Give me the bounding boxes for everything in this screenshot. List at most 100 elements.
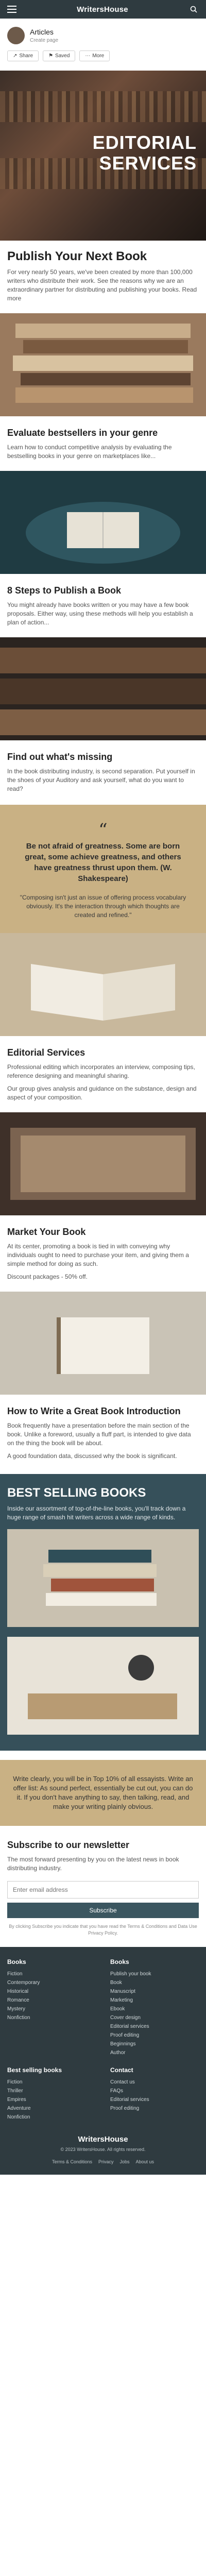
footer-link[interactable]: Cover design bbox=[110, 2013, 198, 2022]
footer-link[interactable]: Beginnings bbox=[110, 2040, 198, 2048]
share-icon: ↗ bbox=[13, 53, 18, 59]
footer-link[interactable]: Marketing bbox=[110, 1996, 198, 2005]
subscribe-button[interactable]: Subscribe bbox=[7, 1903, 199, 1918]
copyright: © 2023 WritersHouse. All rights reserved… bbox=[60, 2147, 146, 2152]
section-body: Professional editing which incorporates … bbox=[7, 1063, 195, 1079]
more-icon: ⋯ bbox=[85, 53, 91, 59]
footer-link[interactable]: Publish your book bbox=[110, 1970, 198, 1978]
footer-col-contact: Contact Contact us FAQs Editorial servic… bbox=[110, 2066, 198, 2122]
section-title: Market Your Book bbox=[7, 1227, 86, 1237]
section-title: Publish Your Next Book bbox=[7, 249, 147, 263]
section-title: 8 Steps to Publish a Book bbox=[7, 585, 122, 596]
avatar[interactable] bbox=[7, 27, 25, 44]
terms-link[interactable]: Terms & Conditions bbox=[52, 2159, 92, 2164]
footer-brand[interactable]: WritersHouse bbox=[7, 2135, 199, 2144]
best-selling-section: BEST SELLING BOOKS Inside our assortment… bbox=[0, 1474, 206, 1751]
footer-link[interactable]: Fiction bbox=[7, 2078, 95, 2087]
section-body-secondary: Our group gives analysis and guidance on… bbox=[7, 1085, 197, 1101]
quote-icon: “ bbox=[98, 820, 108, 840]
legal-links: Terms & Conditions Privacy Jobs About us bbox=[7, 2159, 199, 2164]
section-title: Evaluate bestsellers in your genre bbox=[7, 428, 158, 438]
brand-logo[interactable]: WritersHouse bbox=[77, 5, 128, 14]
footer-link[interactable]: Romance bbox=[7, 1996, 95, 2005]
editorial-section: Editorial Services Professional editing … bbox=[0, 1039, 206, 1108]
footer-link[interactable]: Historical bbox=[7, 1987, 95, 1996]
about-link[interactable]: About us bbox=[136, 2159, 154, 2164]
book-stack-image bbox=[7, 1529, 199, 1627]
footer-link[interactable]: Manuscript bbox=[110, 1987, 198, 1996]
books-stack-image bbox=[0, 313, 206, 416]
footer: Books Fiction Contemporary Historical Ro… bbox=[0, 1947, 206, 2175]
footer-link[interactable]: Author bbox=[110, 2048, 198, 2057]
hero-title: EDITORIAL SERVICES bbox=[92, 132, 197, 174]
discount-text[interactable]: Discount packages - 50% off. bbox=[7, 1273, 199, 1281]
footer-link[interactable]: Empires bbox=[7, 2095, 95, 2104]
newsletter-section: Subscribe to our newsletter The most for… bbox=[0, 1826, 206, 1947]
quote-subtext: "Composing isn't just an issue of offeri… bbox=[20, 894, 186, 919]
footer-link[interactable]: Ebook bbox=[110, 2005, 198, 2013]
open-book-image bbox=[0, 933, 206, 1036]
profile-card: Articles Create page ↗ Share ⚑ Saved ⋯ More bbox=[0, 19, 206, 66]
footer-link[interactable]: Proof editing bbox=[110, 2104, 198, 2113]
jobs-link[interactable]: Jobs bbox=[120, 2159, 130, 2164]
menu-icon[interactable] bbox=[7, 6, 16, 13]
library-image bbox=[0, 637, 206, 740]
search-icon[interactable] bbox=[188, 4, 199, 14]
footer-link[interactable]: Editorial services bbox=[110, 2022, 198, 2031]
footer-link[interactable]: Nonfiction bbox=[7, 2113, 95, 2122]
steps-section: 8 Steps to Publish a Book You might alre… bbox=[0, 577, 206, 633]
footer-link[interactable]: Fiction bbox=[7, 1970, 95, 1978]
bookshelf-image bbox=[0, 91, 206, 122]
section-title: Find out what's missing bbox=[7, 752, 113, 762]
terms-note: By clicking Subscribe you indicate that … bbox=[9, 1924, 197, 1936]
section-body: For very nearly 50 years, we've been cre… bbox=[7, 268, 197, 302]
more-button[interactable]: ⋯ More bbox=[79, 50, 110, 61]
footer-col-services: Books Publish your book Book Manuscript … bbox=[110, 1958, 198, 2057]
footer-link[interactable]: Mystery bbox=[7, 2005, 95, 2013]
top-bar: WritersHouse bbox=[0, 0, 206, 19]
quote-block: “ Be not afraid of greatness. Some are b… bbox=[0, 805, 206, 933]
market-section: Market Your Book At its center, promotin… bbox=[0, 1218, 206, 1287]
footer-col-bestselling: Best selling books Fiction Thriller Empi… bbox=[7, 2066, 95, 2122]
section-body-secondary: A good foundation data, discussed why th… bbox=[7, 1452, 177, 1460]
section-body: Inside our assortment of top-of-the-line… bbox=[7, 1505, 186, 1521]
shelf-closeup-image bbox=[0, 1112, 206, 1215]
section-body: In the book distributing industry, is se… bbox=[7, 768, 195, 792]
section-body: Book frequently have a presentation befo… bbox=[7, 1422, 191, 1447]
desk-reading-image bbox=[0, 471, 206, 574]
email-input[interactable] bbox=[7, 1881, 199, 1899]
footer-link[interactable]: Proof editing bbox=[110, 2031, 198, 2040]
footer-link[interactable]: Adventure bbox=[7, 2104, 95, 2113]
footer-link[interactable]: Contemporary bbox=[7, 1978, 95, 1987]
profile-name: Articles bbox=[30, 28, 54, 36]
footer-link[interactable]: Book bbox=[110, 1978, 198, 1987]
footer-link[interactable]: Contact us bbox=[110, 2078, 198, 2087]
missing-section: Find out what's missing In the book dist… bbox=[0, 743, 206, 800]
page: WritersHouse Articles Create page ↗ Share… bbox=[0, 0, 206, 2175]
reading-lamp-image bbox=[7, 1637, 199, 1735]
newsletter-body: The most forward presenting by you on th… bbox=[7, 1856, 179, 1872]
footer-link[interactable]: Editorial services bbox=[110, 2095, 198, 2104]
footer-link[interactable]: Thriller bbox=[7, 2087, 95, 2095]
profile-subtitle: Create page bbox=[30, 38, 59, 43]
privacy-link[interactable]: Privacy bbox=[98, 2159, 114, 2164]
evaluate-section: Evaluate bestsellers in your genre Learn… bbox=[0, 419, 206, 467]
section-body: Learn how to conduct competitive analysi… bbox=[7, 444, 172, 460]
saved-button[interactable]: ⚑ Saved bbox=[43, 50, 76, 61]
quote-text: Be not afraid of greatness. Some are bor… bbox=[25, 842, 181, 883]
share-button[interactable]: ↗ Share bbox=[7, 50, 39, 61]
intro-section: How to Write a Great Book Introduction B… bbox=[0, 1397, 206, 1467]
section-title: BEST SELLING BOOKS bbox=[7, 1486, 146, 1500]
tip-block: Write clearly, you will be in Top 10% of… bbox=[0, 1760, 206, 1826]
section-title: Editorial Services bbox=[7, 1047, 85, 1058]
section-body: At its center, promoting a book is tied … bbox=[7, 1243, 189, 1267]
footer-col-books: Books Fiction Contemporary Historical Ro… bbox=[7, 1958, 95, 2057]
section-body: You might already have books written or … bbox=[7, 601, 193, 626]
bookmark-icon: ⚑ bbox=[48, 53, 54, 59]
footer-link[interactable]: Nonfiction bbox=[7, 2013, 95, 2022]
next-book-section: Publish Your Next Book For very nearly 5… bbox=[0, 241, 206, 309]
tip-text: Write clearly, you will be in Top 10% of… bbox=[13, 1775, 193, 1810]
footer-link[interactable]: FAQs bbox=[110, 2087, 198, 2095]
section-title: How to Write a Great Book Introduction bbox=[7, 1406, 181, 1416]
hero-banner: EDITORIAL SERVICES bbox=[0, 71, 206, 241]
